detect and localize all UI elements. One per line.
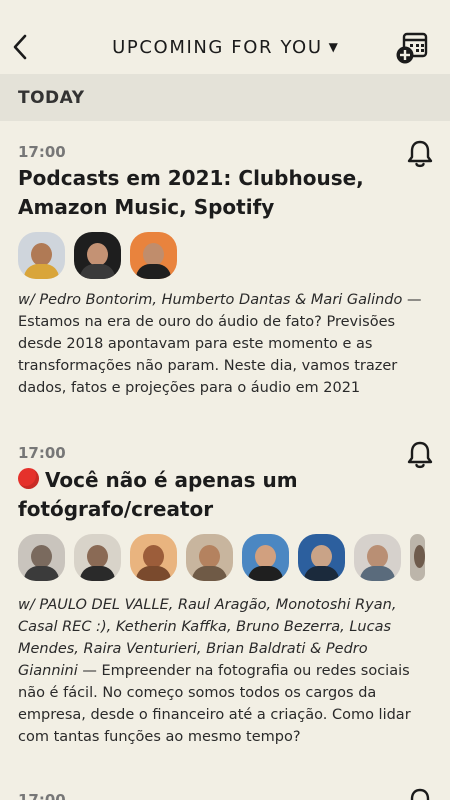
avatar[interactable] [130, 232, 177, 279]
page-title: UPCOMING FOR YOU [112, 36, 323, 58]
speaker-avatars [18, 534, 432, 584]
avatar[interactable] [354, 534, 401, 581]
title-dropdown[interactable]: UPCOMING FOR YOU ▼ [0, 30, 450, 64]
chevron-down-icon: ▼ [328, 40, 338, 54]
bell-icon [410, 788, 430, 800]
avatar[interactable] [18, 232, 65, 279]
reminder-bell-button[interactable] [406, 787, 434, 800]
reminder-bell-button[interactable] [406, 139, 434, 169]
bell-icon [407, 140, 433, 168]
avatar[interactable] [242, 534, 289, 581]
avatar[interactable] [18, 534, 65, 581]
event-card[interactable]: 17:00 [0, 775, 450, 800]
speaker-avatars [18, 232, 177, 282]
event-title-row: Você não é apenas um fotógrafo/creator [18, 466, 388, 524]
event-speakers: w/ Pedro Bontorim, Humberto Dantas & Mar… [18, 292, 403, 308]
bell-icon [407, 441, 433, 469]
avatar[interactable] [130, 534, 177, 581]
calendar-add-icon [396, 32, 428, 64]
avatar[interactable] [298, 534, 345, 581]
event-title: Você não é apenas um fotógrafo/creator [18, 468, 298, 521]
avatar[interactable] [74, 534, 121, 581]
event-time: 17:00 [18, 791, 66, 800]
event-title: Podcasts em 2021: Clubhouse, Amazon Musi… [18, 166, 364, 219]
event-time: 17:00 [18, 143, 66, 161]
avatar[interactable] [74, 232, 121, 279]
event-card[interactable]: 17:00 Podcasts em 2021: Clubhouse, Amazo… [0, 121, 450, 431]
top-bar: UPCOMING FOR YOU ▼ [0, 0, 450, 74]
reminder-bell-button[interactable] [406, 440, 434, 470]
avatar[interactable] [410, 534, 425, 581]
event-time: 17:00 [18, 444, 66, 462]
calendar-add-button[interactable] [395, 30, 431, 66]
avatar[interactable] [186, 534, 233, 581]
red-circle-emoji-icon [18, 468, 39, 489]
event-description: w/ Pedro Bontorim, Humberto Dantas & Mar… [18, 289, 428, 399]
section-title-today: TODAY [18, 88, 85, 108]
event-description: w/ PAULO DEL VALLE, Raul Aragão, Monotos… [18, 594, 428, 748]
event-summary: — Empreender na fotografia ou redes soci… [18, 663, 411, 745]
event-card[interactable]: 17:00 Você não é apenas um fotógrafo/cre… [0, 424, 450, 764]
